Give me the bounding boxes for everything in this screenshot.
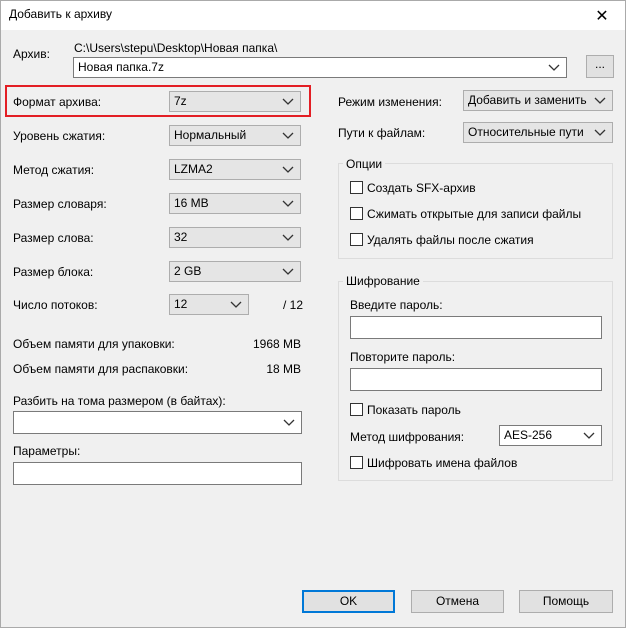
close-button[interactable]: ✕ [579,1,625,30]
options-group-title: Опции [343,157,386,171]
split-combo[interactable] [13,411,302,434]
update-mode-value: Добавить и заменить [468,93,587,107]
password-input[interactable] [350,316,602,339]
chevron-down-icon [282,268,294,275]
chevron-down-icon [282,132,294,139]
chevron-down-icon [548,64,560,71]
update-mode-select[interactable]: Добавить и заменить [463,90,613,111]
chevron-down-icon [594,129,606,136]
chevron-down-icon [583,432,595,439]
sfx-checkbox[interactable] [350,181,363,194]
update-mode-label: Режим изменения: [338,95,442,109]
ok-button[interactable]: OK [302,590,395,613]
level-value: Нормальный [174,128,247,142]
mem-unpack-value: 18 MB [266,362,301,376]
browse-button[interactable]: ... [586,55,614,78]
encryption-method-select[interactable]: AES-256 [499,425,602,446]
sfx-label[interactable]: Создать SFX-архив [367,181,476,195]
threads-select[interactable]: 12 [169,294,249,315]
chevron-down-icon [230,301,242,308]
archive-name-value: Новая папка.7z [78,60,164,74]
cancel-button[interactable]: Отмена [411,590,504,613]
encryption-group-title: Шифрование [343,274,423,288]
mem-unpack-label: Объем памяти для распаковки: [13,362,189,376]
chevron-down-icon [282,98,294,105]
archive-label: Архив: [13,47,50,61]
encrypt-names-checkbox[interactable] [350,456,363,469]
method-select[interactable]: LZMA2 [169,159,301,180]
format-select[interactable]: 7z [169,91,301,112]
shared-files-label[interactable]: Сжимать открытые для записи файлы [367,207,581,221]
chevron-down-icon [283,419,295,426]
dict-select[interactable]: 16 MB [169,193,301,214]
chevron-down-icon [282,166,294,173]
params-label: Параметры: [13,444,81,458]
title-bar: Добавить к архиву ✕ [1,1,625,30]
repeat-password-input[interactable] [350,368,602,391]
delete-after-label[interactable]: Удалять файлы после сжатия [367,233,534,247]
paths-select[interactable]: Относительные пути [463,122,613,143]
split-label: Разбить на тома размером (в байтах): [13,394,226,408]
close-icon: ✕ [595,7,609,25]
help-button[interactable]: Помощь [519,590,613,613]
dict-label: Размер словаря: [13,197,107,211]
chevron-down-icon [282,200,294,207]
threads-label: Число потоков: [13,298,98,312]
paths-value: Относительные пути [468,125,584,139]
shared-files-checkbox[interactable] [350,207,363,220]
chevron-down-icon [594,97,606,104]
encryption-method-value: AES-256 [504,428,553,442]
word-value: 32 [174,230,188,244]
encrypt-names-label[interactable]: Шифровать имена файлов [367,456,517,470]
dict-value: 16 MB [174,196,209,210]
format-label: Формат архива: [13,95,102,109]
archive-name-combo[interactable]: Новая папка.7z [73,57,567,78]
paths-label: Пути к файлам: [338,126,426,140]
add-to-archive-dialog: Добавить к архиву ✕ Архив: C:\Users\step… [0,0,626,628]
level-select[interactable]: Нормальный [169,125,301,146]
enter-password-label: Введите пароль: [350,298,443,312]
repeat-password-label: Повторите пароль: [350,350,456,364]
level-label: Уровень сжатия: [13,129,106,143]
block-label: Размер блока: [13,265,94,279]
mem-pack-value: 1968 MB [252,337,301,351]
threads-max: / 12 [283,298,304,312]
archive-path: C:\Users\stepu\Desktop\Новая папка\ [74,41,278,55]
block-value: 2 GB [174,264,202,278]
word-label: Размер слова: [13,231,94,245]
block-select[interactable]: 2 GB [169,261,301,282]
show-password-checkbox[interactable] [350,403,363,416]
method-value: LZMA2 [174,162,213,176]
method-label: Метод сжатия: [13,163,95,177]
encryption-method-label: Метод шифрования: [350,430,465,444]
show-password-label[interactable]: Показать пароль [367,403,461,417]
window-title: Добавить к архиву [9,7,112,21]
delete-after-checkbox[interactable] [350,233,363,246]
mem-pack-label: Объем памяти для упаковки: [13,337,175,351]
chevron-down-icon [282,234,294,241]
threads-value: 12 [174,297,188,311]
format-value: 7z [174,94,187,108]
params-input[interactable] [13,462,302,485]
word-select[interactable]: 32 [169,227,301,248]
